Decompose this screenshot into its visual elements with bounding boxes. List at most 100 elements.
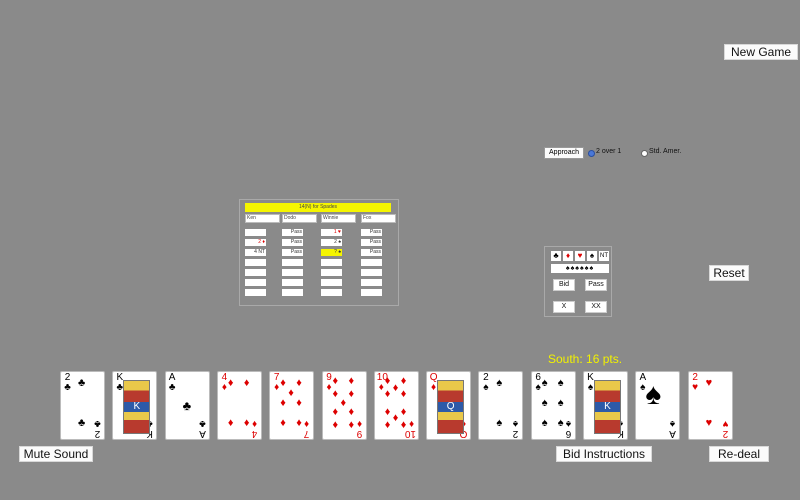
bid-cell (282, 279, 303, 286)
card-index: 2 ♣ (64, 372, 71, 393)
face-card-art: Q (437, 380, 465, 434)
bid-cell: Pass (361, 229, 382, 236)
double-button[interactable]: X (553, 301, 575, 313)
card-pip: ♥ (705, 417, 713, 429)
card-index-bottom: 6 ♠ (565, 418, 571, 439)
card-index-bottom: 10 ♦ (404, 418, 416, 439)
player-name-north: Dodo (282, 214, 317, 223)
bid-button[interactable]: Bid (553, 279, 575, 291)
redeal-button[interactable]: Re-deal (709, 446, 769, 462)
bid-level-row[interactable]: ♠♠♠♠♠♠ (551, 264, 609, 273)
card-pip: ♦ (348, 419, 355, 431)
bidding-box: ♣ ♦ ♥ ♠ NT ♠♠♠♠♠♠ Bid Pass X XX (544, 246, 612, 317)
bid-cell (282, 259, 303, 266)
bid-cell (245, 289, 266, 296)
bid-cell: Pass (282, 229, 303, 236)
bid-cell: 1 ♥ (321, 229, 342, 236)
bid-cell (361, 279, 382, 286)
spades-suit-button[interactable]: ♠ (587, 251, 597, 261)
radio-2-over-1[interactable] (588, 150, 595, 157)
card-pip: ♦ (227, 417, 234, 429)
face-card-art: K (123, 380, 151, 434)
bid-cell (321, 269, 342, 276)
radio-label-2-over-1: 2 over 1 (596, 148, 622, 155)
contract-banner: 14(N) for Spades (245, 203, 391, 212)
card-pip: ♦ (227, 377, 234, 389)
player-name-west: Ken (245, 214, 280, 223)
card-pip: ♦ (243, 417, 250, 429)
card-pip: ♠ (557, 377, 564, 389)
radio-std-amer[interactable] (641, 150, 648, 157)
card-pip: ♦ (332, 419, 339, 431)
playing-card[interactable]: A ♣ A ♣ ♣ (164, 371, 210, 440)
card-pip: ♦ (332, 406, 339, 418)
pass-button[interactable]: Pass (585, 279, 607, 291)
playing-card[interactable]: Q♦Q♦Q (426, 371, 472, 440)
bid-cell: 2 ♦ (245, 239, 266, 246)
card-pip: ♠ (541, 397, 548, 409)
card-index-bottom: 9 ♦ (356, 418, 362, 439)
bid-cell (361, 259, 382, 266)
hearts-suit-button[interactable]: ♥ (575, 251, 585, 261)
card-pip: ♦ (400, 406, 407, 418)
card-pip: ♦ (348, 375, 355, 387)
card-pip: ♦ (384, 406, 391, 418)
card-pip: ♣ (182, 398, 192, 413)
new-game-button[interactable]: New Game (724, 44, 798, 60)
mute-sound-button[interactable]: Mute Sound (19, 446, 93, 462)
bid-cell: Pass (282, 239, 303, 246)
bid-cell (245, 279, 266, 286)
card-pip: ♦ (280, 417, 286, 429)
bid-cell: 4 NT (245, 249, 266, 256)
card-pip: ♥ (705, 377, 713, 389)
bid-cell (245, 269, 266, 276)
card-index-bottom: 2 ♠ (513, 418, 519, 439)
card-pip: ♦ (296, 397, 302, 409)
playing-card[interactable]: 7 ♦ 7 ♦ ♦ ♦ ♦ ♦ ♦ ♦ ♦ (269, 371, 315, 440)
diamonds-suit-button[interactable]: ♦ (563, 251, 573, 261)
card-pip: ♠ (557, 417, 564, 429)
bid-cell: Pass (361, 239, 382, 246)
card-pip: ♦ (296, 417, 302, 429)
playing-card[interactable]: 10 ♦ 10 ♦ ♦ ♦ ♦ ♦ ♦ ♦ ♦ ♦ ♦ ♦ (373, 371, 419, 440)
player-name-east: Winnie (321, 214, 356, 223)
bid-cell: Pass (361, 249, 382, 256)
redouble-button[interactable]: XX (585, 301, 607, 313)
card-pip: ♦ (332, 375, 339, 387)
card-index: 2 ♠ (483, 372, 489, 393)
playing-card[interactable]: 2 ♣ 2 ♣ ♣ ♣ (60, 371, 105, 440)
playing-card[interactable]: A ♠ A ♠ ♠ (635, 371, 681, 440)
card-pip: ♦ (243, 377, 250, 389)
card-pip: ♣ (78, 417, 86, 429)
card-index-bottom: 2 ♣ (94, 418, 101, 439)
card-pip: ♦ (384, 388, 391, 400)
card-pip: ♦ (348, 388, 355, 400)
radio-label-std-amer: Std. Amer. (649, 148, 682, 155)
playing-card[interactable]: 2 ♥ 2 ♥ ♥ ♥ (687, 371, 733, 440)
bid-cell: ? ♠ (321, 249, 342, 256)
card-index-bottom: A ♣ (198, 418, 206, 439)
card-pip: ♠ (557, 397, 564, 409)
playing-card[interactable]: K♣K♣K (112, 371, 158, 440)
playing-card[interactable]: 2 ♠ 2 ♠ ♠ ♠ (478, 371, 524, 440)
bid-cell (361, 269, 382, 276)
approach-button[interactable]: Approach (544, 147, 584, 159)
playing-card[interactable]: 6 ♠ 6 ♠ ♠ ♠ ♠ ♠ ♠ ♠ (530, 371, 576, 440)
bid-cell: 2 ♠ (321, 239, 342, 246)
card-pip: ♦ (384, 375, 391, 387)
notrump-button[interactable]: NT (599, 251, 609, 261)
reset-button[interactable]: Reset (709, 265, 749, 281)
bid-instructions-button[interactable]: Bid Instructions (556, 446, 652, 462)
card-index: A ♣ (168, 372, 176, 393)
playing-card[interactable]: K♠K♠K (583, 371, 628, 440)
playing-card[interactable]: 9 ♦ 9 ♦ ♦ ♦ ♦ ♦ ♦ ♦ ♦ ♦ ♦ (321, 371, 367, 440)
bid-cell (245, 259, 266, 266)
card-pip: ♦ (392, 382, 399, 394)
card-pip: ♠ (496, 377, 503, 389)
card-pip: ♦ (348, 406, 355, 418)
bid-cell (361, 289, 382, 296)
playing-card[interactable]: 4 ♦ 4 ♦ ♦ ♦ ♦ ♦ (216, 371, 262, 440)
card-pip: ♦ (280, 377, 286, 389)
clubs-suit-button[interactable]: ♣ (551, 251, 561, 261)
player-name-south: Fox (361, 214, 396, 223)
